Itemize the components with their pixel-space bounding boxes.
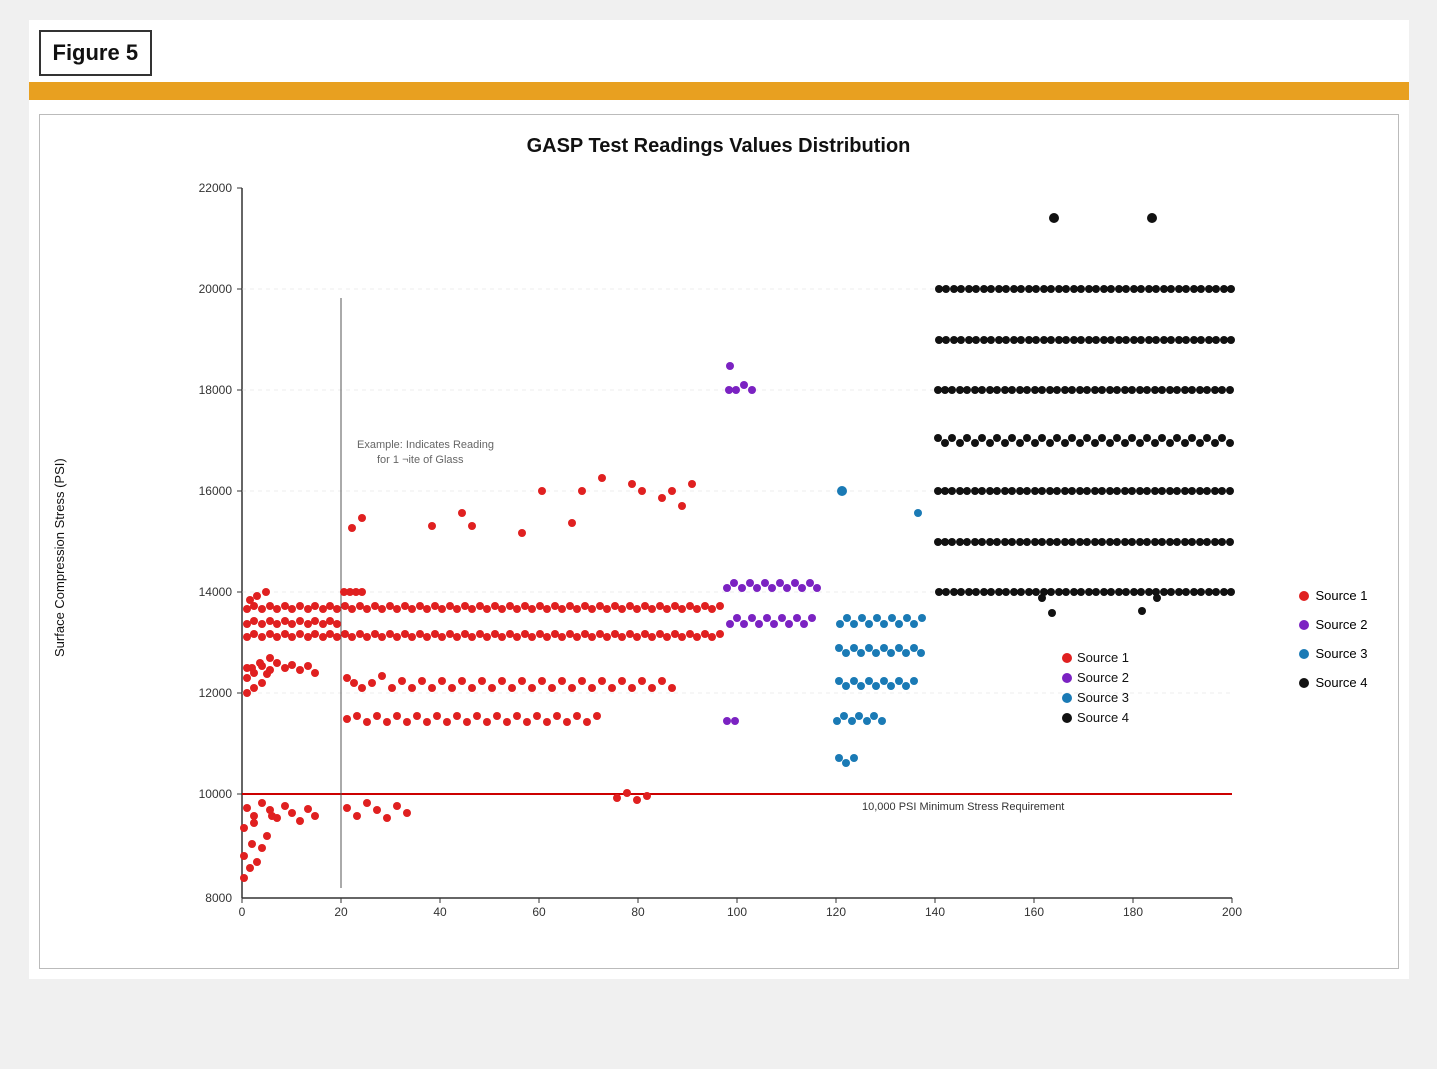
legend-item-source1: Source 1 — [1299, 588, 1367, 603]
svg-text:0: 0 — [238, 905, 245, 919]
legend-label-source3: Source 3 — [1315, 646, 1367, 661]
svg-text:100: 100 — [726, 905, 746, 919]
svg-text:200: 200 — [1221, 905, 1241, 919]
svg-text:Example: Indicates Reading: Example: Indicates Reading — [357, 439, 494, 451]
svg-text:20000: 20000 — [198, 282, 232, 296]
chart-legend: Source 1 Source 2 Source 3 Source 4 — [1299, 588, 1367, 690]
svg-text:8000: 8000 — [205, 891, 232, 905]
svg-text:80: 80 — [631, 905, 645, 919]
legend-label-source4: Source 4 — [1315, 675, 1367, 690]
svg-text:16000: 16000 — [198, 484, 232, 498]
svg-text:Source 3: Source 3 — [1077, 690, 1129, 705]
svg-text:Source 4: Source 4 — [1077, 710, 1129, 725]
svg-text:Source 1: Source 1 — [1077, 650, 1129, 665]
legend-dot-source3 — [1299, 649, 1309, 659]
chart-title: GASP Test Readings Values Distribution — [50, 135, 1388, 158]
legend-dot-source4 — [1299, 678, 1309, 688]
chart-outer: GASP Test Readings Values Distribution S… — [39, 114, 1399, 969]
svg-text:18000: 18000 — [198, 383, 232, 397]
svg-text:Source 2: Source 2 — [1077, 670, 1129, 685]
svg-text:20: 20 — [334, 905, 348, 919]
scatter-plot: 22000 20000 18000 16000 140 0 — [76, 168, 1388, 948]
legend-item-source2: Source 2 — [1299, 617, 1367, 632]
svg-text:40: 40 — [433, 905, 447, 919]
legend-dot-source1 — [1299, 591, 1309, 601]
svg-text:140: 140 — [924, 905, 944, 919]
svg-text:22000: 22000 — [198, 181, 232, 195]
svg-text:180: 180 — [1122, 905, 1142, 919]
page-container: Figure 5 GASP Test Readings Values Distr… — [29, 20, 1409, 979]
y-axis-label: Surface Compression Stress (PSI) — [50, 168, 76, 948]
legend-label-source2: Source 2 — [1315, 617, 1367, 632]
svg-text:10000: 10000 — [198, 787, 232, 801]
svg-text:120: 120 — [825, 905, 845, 919]
svg-text:14000: 14000 — [198, 585, 232, 599]
svg-text:12000: 12000 — [198, 686, 232, 700]
svg-text:160: 160 — [1023, 905, 1043, 919]
svg-text:10,000 PSI Minimum Stress Requ: 10,000 PSI Minimum Stress Requirement — [862, 801, 1064, 813]
legend-dot-source2 — [1299, 620, 1309, 630]
chart-wrapper: Surface Compression Stress (PSI) — [50, 168, 1388, 948]
legend-item-source4: Source 4 — [1299, 675, 1367, 690]
figure-header: Figure 5 — [39, 30, 153, 76]
chart-area: 22000 20000 18000 16000 140 0 — [76, 168, 1388, 948]
gold-bar — [29, 82, 1409, 100]
legend-label-source1: Source 1 — [1315, 588, 1367, 603]
legend-item-source3: Source 3 — [1299, 646, 1367, 661]
svg-text:60: 60 — [532, 905, 546, 919]
figure-title: Figure 5 — [53, 40, 139, 65]
svg-text:for 1 ¬ite of Glass: for 1 ¬ite of Glass — [377, 454, 464, 466]
